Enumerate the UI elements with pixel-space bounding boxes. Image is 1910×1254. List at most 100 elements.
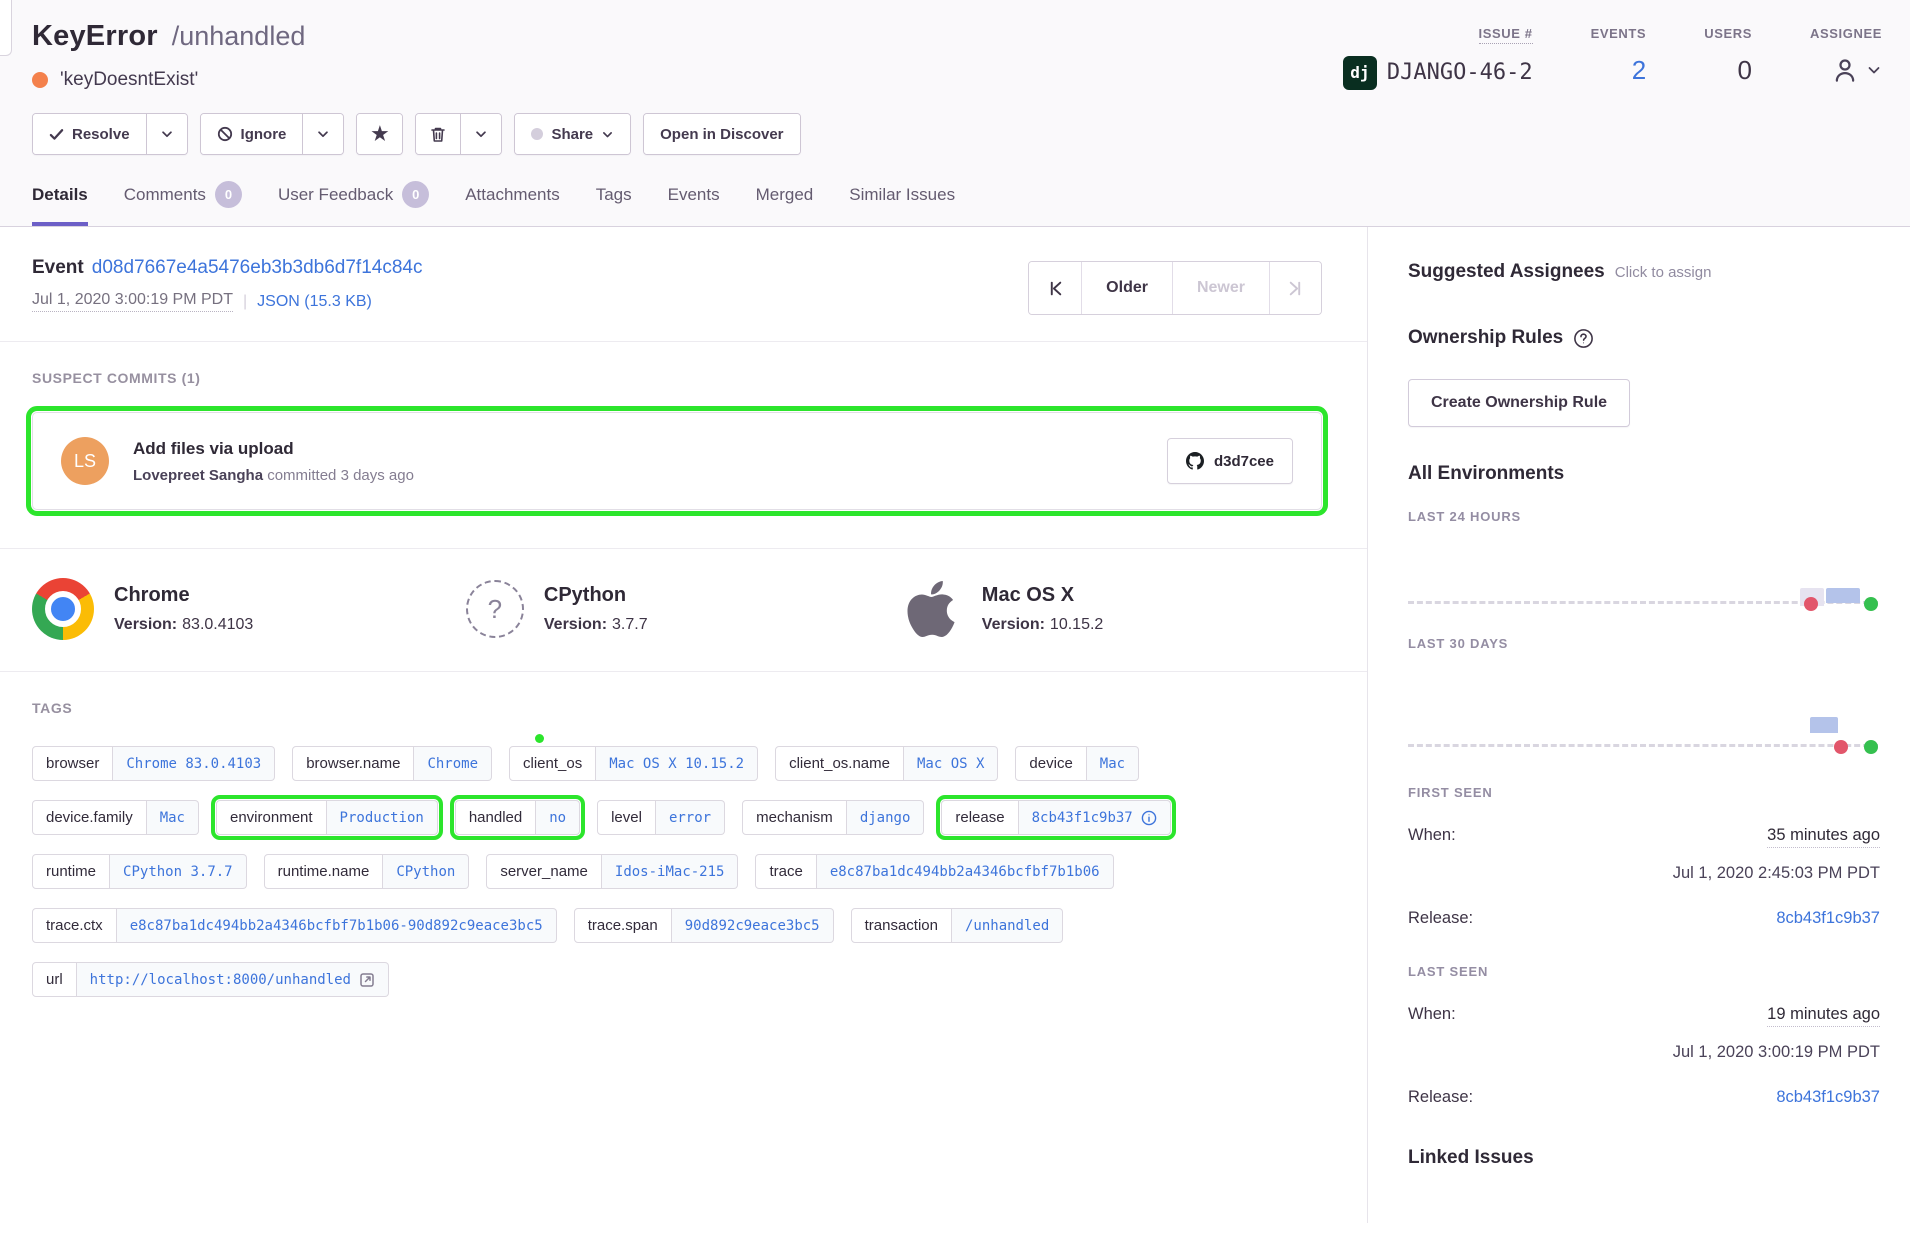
oldest-event-button[interactable] [1029,262,1081,314]
newest-event-button[interactable] [1269,262,1321,314]
tag-value: error [669,810,711,826]
last-seen-release-link[interactable]: 8cb43f1c9b37 [1776,1088,1880,1107]
tag-value-link[interactable]: CPython 3.7.7 [110,854,247,889]
tag-pill-device.family: device.family Mac [32,800,199,835]
events-count[interactable]: 2 [1632,53,1646,87]
tag-pill-release: release 8cb43f1c9b37 [941,800,1170,835]
tag-value: /unhandled [965,918,1049,934]
tag-pill-client_os: client_os Mac OS X 10.15.2 [509,746,758,781]
tag-value: no [549,810,566,826]
older-event-button[interactable]: Older [1081,262,1172,314]
tag-key: trace.ctx [32,908,117,943]
event-id-link[interactable]: d08d7667e4a5476eb3b3db6d7f14c84c [92,257,423,278]
tab-user-feedback[interactable]: User Feedback 0 [278,181,429,226]
commit-sha-button[interactable]: d3d7cee [1167,438,1293,484]
tag-value-link[interactable]: 8cb43f1c9b37 [1019,800,1171,835]
tag-value-link[interactable]: Mac OS X 10.15.2 [596,746,758,781]
ignore-button-group: Ignore [200,113,345,155]
tag-key: trace [755,854,816,889]
last-seen-timestamp: Jul 1, 2020 3:00:19 PM PDT [1408,1043,1880,1062]
newer-event-button[interactable]: Newer [1172,262,1269,314]
tag-pill-server_name: server_name Idos-iMac-215 [486,854,738,889]
first-seen-relative-time: 35 minutes ago [1767,826,1880,848]
tag-value-link[interactable]: http://localhost:8000/unhandled [77,962,389,997]
tag-value-link[interactable]: Mac [147,800,199,835]
share-status-dot [531,128,543,140]
django-project-icon: dj [1343,56,1377,90]
tab-similar-issues[interactable]: Similar Issues [849,181,955,226]
tag-value-link[interactable]: Chrome [414,746,492,781]
resolve-dropdown-button[interactable] [146,114,187,154]
assignee-selector[interactable] [1830,53,1882,87]
issue-stats: ISSUE # dj DJANGO-46-2 EVENTS 2 USERS 0 … [1343,20,1882,90]
issue-sidebar: Suggested Assignees Click to assign Owne… [1367,227,1910,1223]
external-link-icon[interactable] [359,972,375,988]
delete-button-group [415,113,502,155]
question-mark-icon: ? [466,580,524,638]
tag-pill-handled: handled no [455,800,580,835]
last-seen-label: LAST SEEN [1408,964,1880,979]
tag-value: Mac [1100,756,1125,772]
tag-key: mechanism [742,800,847,835]
ignore-button[interactable]: Ignore [201,114,303,154]
issue-short-id[interactable]: dj DJANGO-46-2 [1343,56,1533,90]
tag-key: transaction [851,908,952,943]
tab-details[interactable]: Details [32,181,88,226]
last-seen-release-label: Release: [1408,1088,1473,1107]
raw-json-link[interactable]: JSON (15.3 KB) [257,293,372,311]
tag-value: Chrome [427,756,478,772]
tag-value-link[interactable]: django [847,800,925,835]
delete-button[interactable] [416,114,460,154]
help-icon[interactable] [1573,328,1594,349]
tag-value: 8cb43f1c9b37 [1032,810,1133,826]
ban-icon [217,126,233,142]
tab-label: Comments [124,185,206,205]
tag-value-link[interactable]: Chrome 83.0.4103 [113,746,275,781]
event-context-summary: Chrome Version:83.0.4103 ? CPython Versi… [0,549,1367,672]
issue-details-page: KeyError /unhandled 'keyDoesntExist' ISS… [0,0,1910,1254]
resolve-button[interactable]: Resolve [33,114,146,154]
tag-value-link[interactable]: Idos-iMac-215 [602,854,739,889]
ignore-dropdown-button[interactable] [302,114,343,154]
users-label: USERS [1704,26,1752,41]
create-ownership-rule-button[interactable]: Create Ownership Rule [1408,379,1630,427]
tag-value-link[interactable]: 90d892c9eace3bc5 [672,908,834,943]
first-seen-release-link[interactable]: 8cb43f1c9b37 [1776,909,1880,928]
info-icon[interactable] [1141,810,1157,826]
event-label: Event [32,257,84,278]
tag-pill-browser: browser Chrome 83.0.4103 [32,746,275,781]
tag-value-link[interactable]: Mac OS X [904,746,998,781]
tag-value-link[interactable]: CPython [383,854,469,889]
share-button-group: Share [514,113,631,155]
stat-events: EVENTS 2 [1591,26,1647,90]
users-count: 0 [1738,53,1752,87]
open-in-discover-button[interactable]: Open in Discover [644,114,799,154]
tag-value-link[interactable]: /unhandled [952,908,1063,943]
tag-value-link[interactable]: Production [327,800,438,835]
tag-value: CPython 3.7.7 [123,864,233,880]
tab-events[interactable]: Events [668,181,720,226]
first-seen-label: FIRST SEEN [1408,785,1880,800]
issue-message: 'keyDoesntExist' [60,69,198,91]
tab-merged[interactable]: Merged [756,181,814,226]
bookmark-star-button[interactable]: ★ [357,114,402,154]
tab-tags[interactable]: Tags [596,181,632,226]
delete-dropdown-button[interactable] [460,114,501,154]
share-button[interactable]: Share [515,114,630,154]
context-browser: Chrome Version:83.0.4103 [32,577,466,641]
tab-label: Events [668,185,720,205]
check-icon [49,127,64,142]
tag-value-link[interactable]: e8c87ba1dc494bb2a4346bcfbf7b1b06-90d892c… [117,908,557,943]
tab-count-badge: 0 [215,181,242,208]
tab-comments[interactable]: Comments 0 [124,181,242,226]
tag-value-link[interactable]: e8c87ba1dc494bb2a4346bcfbf7b1b06 [817,854,1114,889]
tag-pill-environment: environment Production [216,800,438,835]
tag-value-link[interactable]: no [536,800,580,835]
tab-attachments[interactable]: Attachments [465,181,560,226]
tag-value-link[interactable]: error [656,800,725,835]
tags-heading: TAGS [32,700,1322,716]
issue-transaction-title: /unhandled [172,21,306,52]
tag-value-link[interactable]: Mac [1087,746,1139,781]
suggested-assignees-title: Suggested Assignees [1408,261,1605,283]
tag-value: Chrome 83.0.4103 [126,756,261,772]
